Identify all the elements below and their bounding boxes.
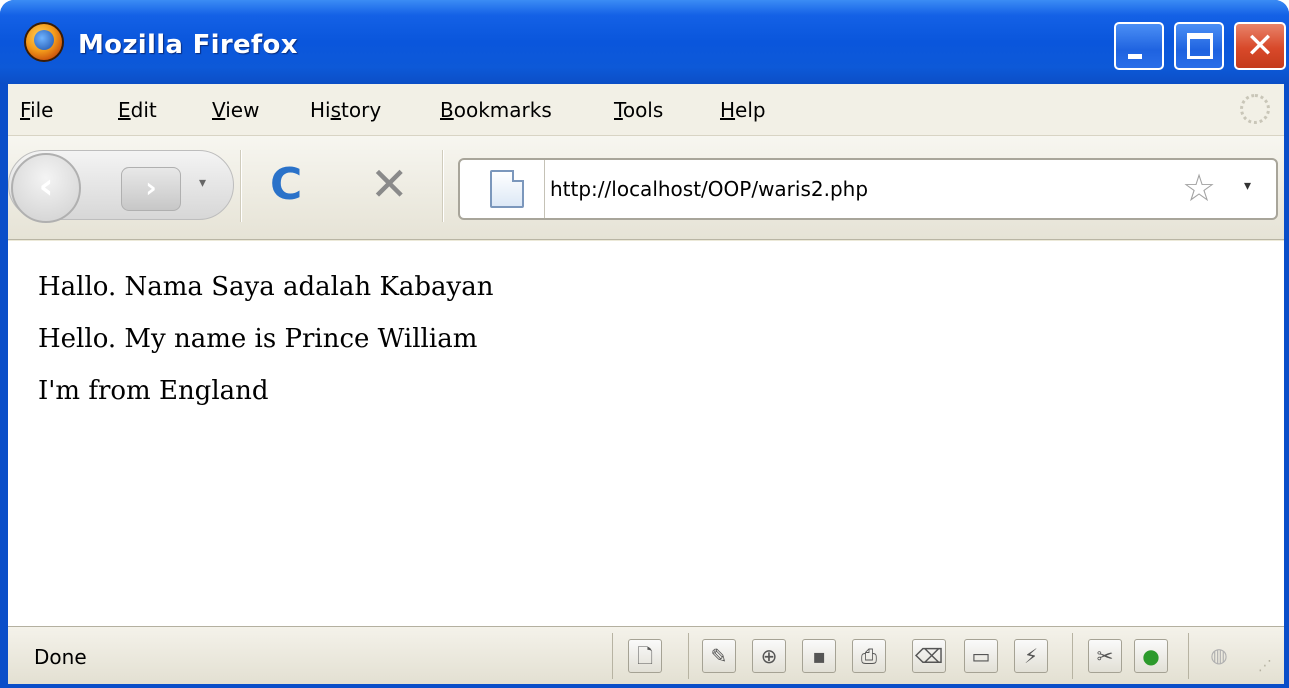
close-icon: ✕ bbox=[1245, 26, 1275, 66]
stop-icon[interactable]: ✕ bbox=[370, 156, 409, 212]
window-icon[interactable]: ▭ bbox=[964, 639, 998, 673]
bookmark-star-icon[interactable]: ☆ bbox=[1182, 166, 1216, 210]
minimize-icon bbox=[1128, 54, 1142, 59]
status-bar: Done 🗋 ✎ ⊕ ▪ ⎙ ⌫ ▭ ⚡ ✂ ● ◍ ⋰ bbox=[8, 626, 1284, 684]
browser-client: File Edit View History Bookmarks Tools H… bbox=[8, 84, 1284, 684]
back-arrow-icon: ‹ bbox=[38, 166, 54, 207]
menu-tools[interactable]: Tools bbox=[614, 98, 663, 122]
reload-icon[interactable]: C bbox=[270, 158, 302, 212]
menu-view[interactable]: View bbox=[212, 98, 259, 122]
url-dropdown-icon[interactable]: ▾ bbox=[1244, 178, 1251, 194]
minimize-button[interactable] bbox=[1114, 22, 1164, 70]
js-icon[interactable]: ◍ bbox=[1202, 639, 1236, 673]
toolbar-separator bbox=[442, 150, 444, 222]
graph-icon[interactable]: ⚡ bbox=[1014, 639, 1048, 673]
maximize-button[interactable] bbox=[1174, 22, 1224, 70]
save-icon[interactable]: ▪ bbox=[802, 639, 836, 673]
back-forward-group: ‹ › ▾ bbox=[8, 150, 234, 223]
throbber-icon bbox=[1240, 94, 1270, 124]
window-title: Mozilla Firefox bbox=[78, 30, 298, 60]
forward-arrow-icon: › bbox=[145, 171, 157, 204]
back-button[interactable]: ‹ bbox=[11, 153, 81, 223]
browser-window: Mozilla Firefox ✕ File Edit View History… bbox=[0, 0, 1289, 688]
url-separator bbox=[544, 160, 545, 218]
forward-button[interactable]: › bbox=[121, 167, 181, 211]
page-text: Hallo. Nama Saya adalah Kabayan Hello. M… bbox=[8, 261, 493, 417]
menu-bar: File Edit View History Bookmarks Tools H… bbox=[8, 84, 1284, 136]
title-bar[interactable]: Mozilla Firefox ✕ bbox=[0, 0, 1289, 84]
status-divider bbox=[1072, 633, 1073, 679]
url-bar[interactable]: http://localhost/OOP/waris2.php ☆ ▾ bbox=[458, 158, 1278, 220]
edit-icon[interactable]: ✎ bbox=[702, 639, 736, 673]
page-icon[interactable] bbox=[490, 170, 524, 208]
firefox-logo-icon bbox=[24, 22, 64, 62]
window-frame-bottom bbox=[0, 684, 1289, 688]
status-divider bbox=[1188, 633, 1189, 679]
print-icon[interactable]: ⎙ bbox=[852, 639, 886, 673]
tools-icon[interactable]: ✂ bbox=[1088, 639, 1122, 673]
status-text: Done bbox=[34, 645, 87, 669]
status-divider bbox=[612, 633, 613, 679]
erase-icon[interactable]: ⌫ bbox=[912, 639, 946, 673]
menu-file[interactable]: File bbox=[20, 98, 53, 122]
url-input[interactable]: http://localhost/OOP/waris2.php bbox=[550, 177, 868, 201]
navigation-toolbar: ‹ › ▾ C ✕ http://localhost/OOP/waris2.ph… bbox=[8, 136, 1284, 240]
window-frame-left bbox=[0, 84, 8, 688]
menu-edit[interactable]: Edit bbox=[118, 98, 157, 122]
text-line: I'm from England bbox=[38, 376, 269, 406]
close-button[interactable]: ✕ bbox=[1234, 22, 1286, 70]
menu-help[interactable]: Help bbox=[720, 98, 766, 122]
resize-grip-icon[interactable]: ⋰ bbox=[1258, 658, 1280, 680]
page-content: Hallo. Nama Saya adalah Kabayan Hello. M… bbox=[8, 241, 1284, 626]
text-line: Hello. My name is Prince William bbox=[38, 324, 478, 354]
status-divider bbox=[688, 633, 689, 679]
page-info-icon[interactable]: 🗋 bbox=[628, 639, 662, 673]
history-dropdown-icon[interactable]: ▾ bbox=[199, 175, 206, 191]
window-frame-right bbox=[1284, 84, 1289, 688]
menu-bookmarks[interactable]: Bookmarks bbox=[440, 98, 552, 122]
maximize-icon bbox=[1187, 33, 1213, 59]
toolbar-separator bbox=[240, 150, 242, 222]
info-icon[interactable]: ● bbox=[1134, 639, 1168, 673]
text-line: Hallo. Nama Saya adalah Kabayan bbox=[38, 272, 494, 302]
menu-history[interactable]: History bbox=[310, 98, 381, 122]
network-icon[interactable]: ⊕ bbox=[752, 639, 786, 673]
